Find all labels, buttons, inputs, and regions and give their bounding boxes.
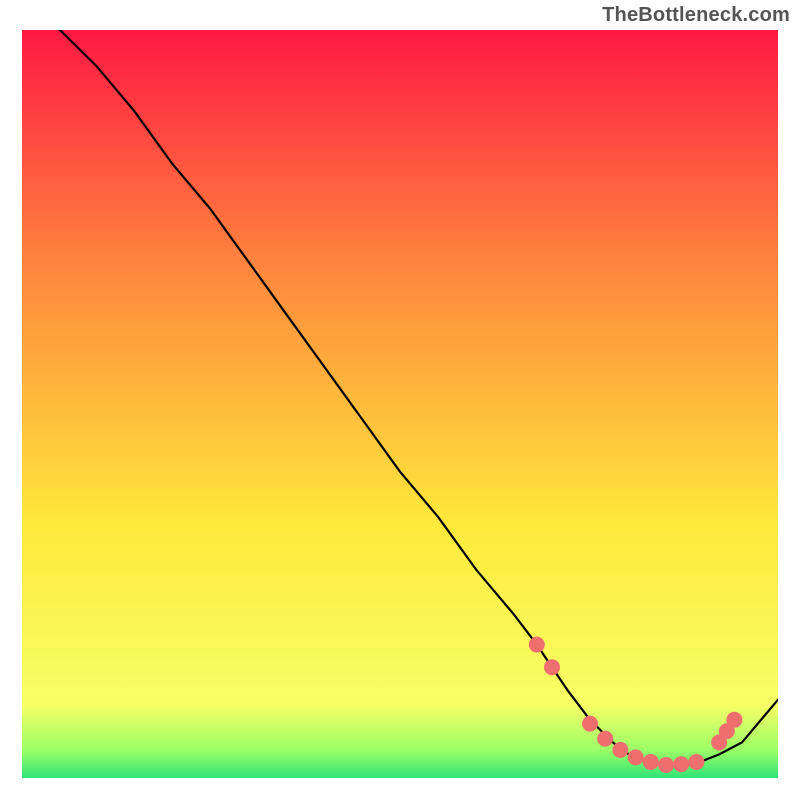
marker-dot	[628, 749, 644, 765]
marker-dot	[643, 754, 659, 770]
marker-dot	[612, 742, 628, 758]
plot-background	[20, 28, 780, 780]
marker-dot	[582, 716, 598, 732]
marker-dot	[688, 754, 704, 770]
bottleneck-chart	[0, 0, 800, 800]
marker-dot	[726, 712, 742, 728]
marker-dot	[658, 757, 674, 773]
marker-dot	[529, 637, 545, 653]
marker-dot	[597, 731, 613, 747]
marker-dot	[673, 756, 689, 772]
watermark-text: TheBottleneck.com	[602, 4, 790, 27]
marker-dot	[544, 659, 560, 675]
chart-stage: TheBottleneck.com	[0, 0, 800, 800]
